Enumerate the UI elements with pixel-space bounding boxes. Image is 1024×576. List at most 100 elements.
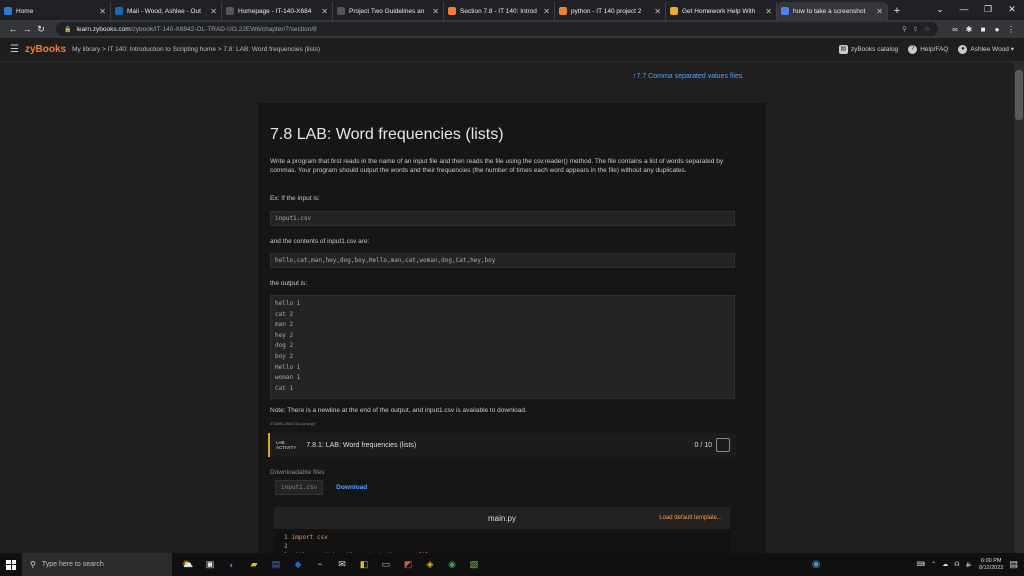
url-path: /zybook/IT-140-X6842-OL-TRAD-UG.22EW6/ch…	[130, 25, 317, 33]
close-tab-icon[interactable]: ✕	[432, 7, 439, 16]
hamburger-menu-icon[interactable]: ☰	[10, 44, 19, 55]
sticky-icon[interactable]: ◧	[356, 557, 372, 573]
dropbox-icon[interactable]: ◆	[290, 557, 306, 573]
browser-tab[interactable]: python - IT 140 project 2 ✕	[555, 2, 666, 20]
zoom-icon[interactable]: ⚲	[902, 25, 907, 33]
section-panel: 7.8 LAB: Word frequencies (lists) Write …	[258, 103, 766, 559]
taskbar-search[interactable]: ⚲ Type here to search	[22, 553, 172, 576]
bookmark-star-icon[interactable]: ☆	[924, 25, 930, 33]
onedrive-icon[interactable]: ☁	[942, 561, 948, 568]
tracking-id: 473893.2843734.qx3zqy7	[270, 421, 317, 426]
lab-activity-header: LAB ACTIVITY 7.8.1: LAB: Word frequencies…	[268, 433, 736, 457]
close-tab-icon[interactable]: ✕	[210, 7, 217, 16]
mail-icon[interactable]: ✉	[334, 557, 350, 573]
task-view-icon[interactable]: ▣	[202, 557, 218, 573]
browser-tab[interactable]: Section 7.8 - IT 140: Introd ✕	[444, 2, 555, 20]
browser-tab-strip: Home ✕ Mail - Wood, Ashlee - Out ✕ Homepage …	[0, 0, 1024, 20]
output-line: dog 2	[275, 342, 294, 350]
show-hidden-icons[interactable]: ⌃	[931, 561, 936, 568]
file-explorer-icon[interactable]: ▰	[246, 557, 262, 573]
code-line[interactable]: 2	[284, 542, 720, 551]
browser-toolbar: ← → ↻ 🔒 learn.zybooks.com /zybook/IT-140…	[0, 20, 1024, 38]
terminal-icon[interactable]: ▭	[378, 557, 394, 573]
restore-button[interactable]: ❐	[976, 0, 1000, 18]
address-bar[interactable]: 🔒 learn.zybooks.com /zybook/IT-140-X6842…	[56, 22, 938, 36]
back-icon[interactable]: ←	[6, 24, 20, 34]
download-note: Note: There is a newline at the end of t…	[270, 407, 527, 414]
share-icon[interactable]: ⇪	[913, 25, 918, 33]
code-line[interactable]: 1 import csv	[284, 533, 720, 542]
output-label: the output is:	[270, 280, 308, 287]
tab-title: Section 7.8 - IT 140: Introd	[460, 7, 537, 15]
store-icon[interactable]: ▤	[268, 557, 284, 573]
tab-title: Home	[16, 7, 34, 15]
network-icon[interactable]: ☊	[954, 561, 959, 568]
profile-icon[interactable]: ●	[990, 25, 1004, 34]
minimize-button[interactable]: —	[952, 0, 976, 18]
output-line: hello 1	[275, 300, 301, 307]
reload-icon[interactable]: ↻	[34, 24, 48, 35]
close-tab-icon[interactable]: ✕	[765, 7, 772, 16]
close-window-button[interactable]: ✕	[1000, 0, 1024, 18]
tab-favicon-icon	[4, 7, 12, 15]
close-tab-icon[interactable]: ✕	[321, 7, 328, 16]
browser-tab[interactable]: how to take a screenshot ✕	[777, 2, 888, 20]
browser-tab[interactable]: Homepage - IT-140-X684 ✕	[222, 2, 333, 20]
snip-tool-icon[interactable]: ▧	[466, 557, 482, 573]
output-line: man 2	[275, 321, 294, 329]
security-icon[interactable]: ◈	[422, 557, 438, 573]
notifications-icon[interactable]: ▤	[1009, 559, 1018, 570]
close-tab-icon[interactable]: ✕	[876, 7, 883, 16]
tab-favicon-icon	[781, 7, 789, 15]
browser-tab[interactable]: Home ✕	[0, 2, 111, 20]
tab-title: Project Two Guidelines an	[349, 7, 425, 15]
sidepanel-icon[interactable]: ■	[976, 25, 990, 34]
puzzle-icon[interactable]: ✱	[962, 25, 976, 34]
browser-tab[interactable]: Mail - Wood, Ashlee - Out ✕	[111, 2, 222, 20]
previous-section-link[interactable]: ↑7.7 Comma separated values files	[633, 73, 742, 80]
help-link[interactable]: ? Help/FAQ	[908, 45, 948, 54]
help-tray-icon[interactable]: ◉	[812, 559, 821, 570]
code-text: import csv	[291, 534, 328, 541]
extension-icon[interactable]: ∞	[948, 25, 962, 34]
zybooks-logo[interactable]: zyBooks	[25, 44, 66, 55]
forward-icon[interactable]: →	[20, 24, 34, 34]
user-menu[interactable]: ● Ashlee Wood ▾	[958, 45, 1014, 54]
example-label: Ex: If the input is:	[270, 195, 320, 202]
taskbar-search-placeholder: Type here to search	[41, 561, 104, 568]
windows-logo-icon	[6, 559, 16, 570]
lock-icon: 🔒	[64, 26, 72, 33]
new-tab-button[interactable]: +	[888, 2, 906, 20]
search-icon: ⚲	[30, 560, 36, 569]
browser-tab[interactable]: Get Homework Help With ✕	[666, 2, 777, 20]
start-button[interactable]	[0, 553, 22, 576]
completion-checkbox	[716, 438, 730, 452]
close-tab-icon[interactable]: ✕	[99, 7, 106, 16]
catalog-link[interactable]: ▤ zyBooks catalog	[838, 45, 898, 54]
news-widget-icon[interactable]: ⛅	[180, 557, 196, 573]
keyboard-icon[interactable]: ⌨	[916, 561, 925, 568]
load-default-template-button[interactable]: Load default template...	[659, 515, 722, 521]
close-tab-icon[interactable]: ✕	[543, 7, 550, 16]
line-number: 2	[284, 543, 288, 550]
breadcrumb[interactable]: My library > IT 140: Introduction to Scr…	[72, 46, 320, 53]
tab-favicon-icon	[115, 7, 123, 15]
volume-icon[interactable]: 🔈	[966, 561, 973, 568]
tab-search-icon[interactable]: ⌄	[928, 0, 952, 18]
page-scrollbar[interactable]	[1014, 62, 1024, 553]
book-icon: ▤	[838, 45, 848, 54]
browser-tab[interactable]: Project Two Guidelines an ✕	[333, 2, 444, 20]
download-button[interactable]: Download	[336, 484, 367, 491]
menu-icon[interactable]: ⋮	[1004, 25, 1018, 34]
output-line: woman 1	[275, 374, 301, 382]
vscode-icon[interactable]: ⌁	[312, 557, 328, 573]
close-tab-icon[interactable]: ✕	[654, 7, 661, 16]
code-editor[interactable]: main.py Load default template... 1 import…	[274, 507, 730, 559]
scrollbar-thumb[interactable]	[1015, 70, 1023, 120]
clock[interactable]: 6:00 PM 8/12/2022	[979, 558, 1003, 572]
tab-favicon-icon	[448, 7, 456, 15]
edge-icon[interactable]: ◐	[224, 557, 240, 573]
tab-favicon-icon	[226, 7, 234, 15]
office-icon[interactable]: ◩	[400, 557, 416, 573]
chrome-icon[interactable]: ◉	[444, 557, 460, 573]
